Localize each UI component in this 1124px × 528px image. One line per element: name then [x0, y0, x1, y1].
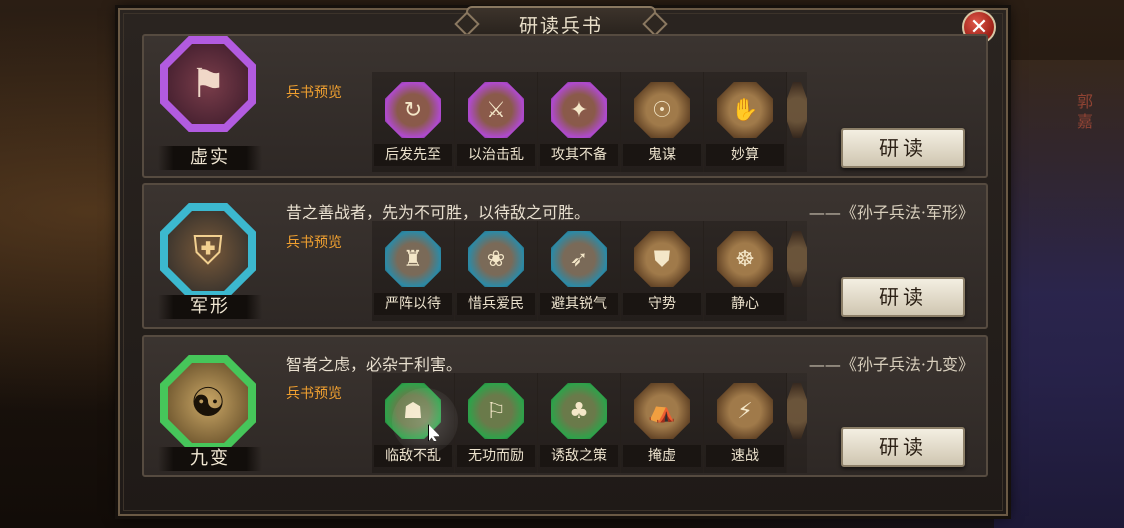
section-source: ——《孙子兵法·九变》	[808, 355, 974, 374]
skill-name: 惜兵爱民	[457, 293, 535, 315]
skill-name: 鬼谋	[623, 144, 701, 166]
yin-yang-icon: ☯	[160, 355, 256, 451]
skill-card-partial[interactable]	[787, 221, 807, 321]
skill-icon: ♜	[385, 231, 441, 287]
read-button[interactable]: 研读	[841, 427, 965, 467]
section-quote: 昔之善战者，先为不可胜，以待敌之可胜。	[286, 203, 591, 222]
section-name: 虚实	[158, 146, 262, 170]
skill-icon: ☸	[717, 231, 773, 287]
skill-name: 速战	[706, 445, 784, 467]
skill-card[interactable]: ↻ 后发先至	[372, 72, 455, 172]
skill-name: 妙算	[706, 144, 784, 166]
skill-card[interactable]: ✦ 攻其不备	[538, 72, 621, 172]
skill-icon: ↻	[385, 82, 441, 138]
skill-card[interactable]: ⚡ 速战	[704, 373, 787, 473]
skill-card[interactable]: ✋ 妙算	[704, 72, 787, 172]
skill-card[interactable]: ♜ 严阵以待	[372, 221, 455, 321]
skill-card-partial[interactable]	[787, 373, 807, 473]
skill-card[interactable]: ⚔ 以治击乱	[455, 72, 538, 172]
skill-icon: ⚐	[468, 383, 524, 439]
skill-card[interactable]: ⚐ 无功而励	[455, 373, 538, 473]
skill-card[interactable]: ☉ 鬼谋	[621, 72, 704, 172]
skill-icon: ⛊	[634, 231, 690, 287]
skill-list: ♜ 严阵以待 ❀ 惜兵爱民 ➶ 避其锐气 ⛊ 守势 ☸ 静心	[372, 221, 824, 321]
section-source: ——《孙子兵法·军形》	[808, 203, 974, 222]
read-button[interactable]: 研读	[841, 128, 965, 168]
skill-card[interactable]: ☸ 静心	[704, 221, 787, 321]
preview-label: 兵书预览	[286, 386, 342, 402]
skill-card[interactable]: ⛊ 守势	[621, 221, 704, 321]
skill-name: 掩虚	[623, 445, 701, 467]
background-side-text: 郭嘉	[1076, 92, 1093, 131]
section-quote: 智者之虑，必杂于利害。	[286, 355, 463, 374]
read-button[interactable]: 研读	[841, 277, 965, 317]
skill-list: ↻ 后发先至 ⚔ 以治击乱 ✦ 攻其不备 ☉ 鬼谋 ✋ 妙算	[372, 72, 824, 172]
touch-halo	[392, 388, 458, 454]
skill-name: 严阵以待	[374, 293, 452, 315]
skill-icon: ✋	[717, 82, 773, 138]
preview-label: 兵书预览	[286, 235, 342, 251]
skill-name: 无功而励	[457, 445, 535, 467]
skill-name: 诱敌之策	[540, 445, 618, 467]
skill-icon: ☉	[634, 82, 690, 138]
shield-spear-icon: ⛨	[160, 203, 256, 299]
skill-name: 以治击乱	[457, 144, 535, 166]
skill-name: 后发先至	[374, 144, 452, 166]
skill-name: 攻其不备	[540, 144, 618, 166]
skill-name: 守势	[623, 293, 701, 315]
skill-icon: ♣	[551, 383, 607, 439]
preview-label: 兵书预览	[286, 85, 342, 101]
skill-card[interactable]: ➶ 避其锐气	[538, 221, 621, 321]
background-character	[994, 60, 1124, 528]
section-name: 军形	[158, 295, 262, 319]
skill-name: 静心	[706, 293, 784, 315]
skill-icon: ⚡	[717, 383, 773, 439]
skill-card[interactable]: ⛺ 掩虚	[621, 373, 704, 473]
skill-card[interactable]: ♣ 诱敌之策	[538, 373, 621, 473]
skill-icon: ✦	[551, 82, 607, 138]
skill-icon: ⛺	[634, 383, 690, 439]
section-row: ☯ 九变 智者之虑，必杂于利害。 ——《孙子兵法·九变》 兵书预览 ☗临敌不乱 …	[142, 335, 988, 477]
section-row: ⚑ 虚实 兵书预览 ↻ 后发先至 ⚔ 以治击乱 ✦ 攻其不备 ☉ 鬼谋 ✋ 妙算 研读	[142, 34, 988, 178]
skill-card-partial[interactable]	[787, 72, 807, 172]
skill-card[interactable]: ❀ 惜兵爱民	[455, 221, 538, 321]
section-name: 九变	[158, 447, 262, 471]
skill-icon: ⚔	[468, 82, 524, 138]
skill-icon: ➶	[551, 231, 607, 287]
banner-icon: ⚑	[160, 36, 256, 132]
skill-icon: ❀	[468, 231, 524, 287]
section-row: ⛨ 军形 昔之善战者，先为不可胜，以待敌之可胜。 ——《孙子兵法·军形》 兵书预…	[142, 183, 988, 329]
skill-name: 避其锐气	[540, 293, 618, 315]
